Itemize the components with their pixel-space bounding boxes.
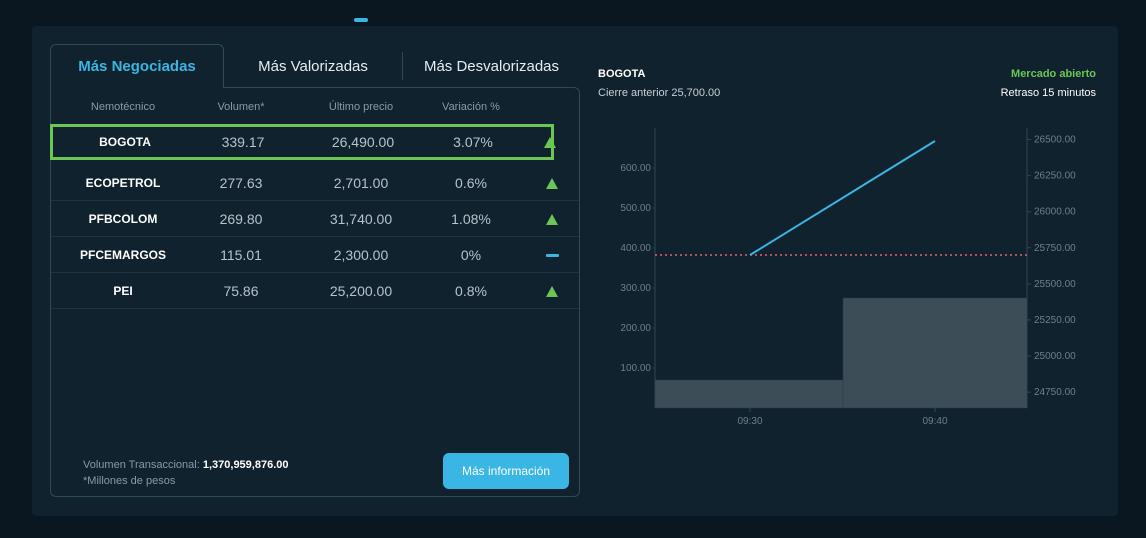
row-volume: 115.01 bbox=[220, 247, 262, 263]
chart-title: BOGOTA bbox=[598, 68, 646, 80]
transaction-volume-label: Volumen Transaccional: bbox=[83, 459, 200, 471]
right-axis-tick-label: 25500.00 bbox=[1034, 279, 1076, 290]
price-volume-chart: 100.00 200.00 300.00 400.00 500.00 600.00 2475… bbox=[620, 128, 1076, 427]
header-volumen: Volumen* bbox=[217, 101, 265, 113]
transaction-volume-value: 1,370,959,876.00 bbox=[202, 459, 289, 471]
row-name: PFBCOLOM bbox=[88, 212, 158, 226]
row-name: PEI bbox=[113, 284, 133, 298]
header-ultimo-precio: Último precio bbox=[328, 101, 394, 113]
row-change: 1.08% bbox=[451, 211, 491, 227]
more-info-button[interactable]: Más información bbox=[443, 453, 569, 489]
tab-bar: Más Negociadas Más Valorizadas Más Desva… bbox=[50, 44, 580, 88]
row-volume: 339.17 bbox=[221, 134, 265, 150]
row-name: ECOPETROL bbox=[85, 176, 161, 190]
row-price: 26,490.00 bbox=[331, 134, 395, 150]
flat-dash-icon bbox=[545, 253, 559, 257]
table-row[interactable]: PFBCOLOM 269.80 31,740.00 1.08% bbox=[51, 201, 579, 237]
tab-mas-valorizadas[interactable]: Más Valorizadas bbox=[224, 44, 402, 88]
table-row[interactable]: PEI 75.86 25,200.00 0.8% bbox=[51, 273, 579, 309]
table-row[interactable]: ECOPETROL 277.63 2,701.00 0.6% bbox=[51, 165, 579, 201]
table-row[interactable]: PFCEMARGOS 115.01 2,300.00 0% bbox=[51, 237, 579, 273]
right-axis-tick-label: 25000.00 bbox=[1034, 351, 1076, 362]
left-axis-tick-label: 200.00 bbox=[620, 323, 651, 334]
arrow-up-icon bbox=[546, 213, 558, 225]
volume-bar bbox=[842, 297, 1028, 409]
table-header: Nemotécnico Volumen* Último precio Varia… bbox=[51, 88, 579, 125]
transaction-volume: Volumen Transaccional: 1,370,959,876.00 bbox=[83, 459, 289, 471]
left-axis-tick-label: 100.00 bbox=[620, 363, 651, 374]
price-line bbox=[749, 140, 936, 256]
left-axis-tick-label: 300.00 bbox=[620, 283, 651, 294]
stocks-table-panel: Nemotécnico Volumen* Último precio Varia… bbox=[50, 87, 580, 497]
right-axis-tick-label: 25250.00 bbox=[1034, 315, 1076, 326]
previous-close: Cierre anterior 25,700.00 bbox=[598, 87, 721, 99]
row-change: 3.07% bbox=[453, 134, 493, 150]
tab-mas-desvalorizadas[interactable]: Más Desvalorizadas bbox=[402, 52, 580, 80]
volume-bar bbox=[654, 379, 844, 409]
right-axis-tick-label: 25750.00 bbox=[1034, 243, 1076, 254]
table-row[interactable]: BOGOTA 339.17 26,490.00 3.07% bbox=[50, 124, 556, 160]
row-divider bbox=[51, 308, 579, 309]
x-axis-tick-label: 09:30 bbox=[737, 416, 762, 427]
right-axis-tick-label: 26000.00 bbox=[1034, 207, 1076, 218]
row-change: 0% bbox=[460, 247, 482, 263]
right-axis-tick-label: 26250.00 bbox=[1034, 171, 1076, 182]
row-change: 0.8% bbox=[455, 283, 487, 299]
currency-note: *Millones de pesos bbox=[83, 475, 176, 487]
row-price: 2,701.00 bbox=[333, 175, 389, 191]
left-axis-tick-label: 400.00 bbox=[620, 243, 651, 254]
tab-mas-negociadas[interactable]: Más Negociadas bbox=[50, 44, 224, 88]
top-indicator bbox=[354, 18, 368, 22]
row-name: PFCEMARGOS bbox=[79, 248, 166, 262]
row-price: 31,740.00 bbox=[329, 211, 393, 227]
right-axis-tick-label: 24750.00 bbox=[1034, 387, 1076, 398]
right-axis-tick-label: 26500.00 bbox=[1034, 135, 1076, 146]
left-axis-tick-label: 500.00 bbox=[620, 203, 651, 214]
arrow-up-icon bbox=[546, 285, 558, 297]
x-axis-tick-label: 09:40 bbox=[922, 416, 947, 427]
row-price: 2,300.00 bbox=[333, 247, 389, 263]
row-change: 0.6% bbox=[455, 175, 487, 191]
row-volume: 75.86 bbox=[223, 283, 259, 299]
row-price: 25,200.00 bbox=[329, 283, 393, 299]
market-status: Mercado abierto bbox=[1011, 68, 1096, 80]
row-volume: 277.63 bbox=[219, 175, 263, 191]
left-axis-tick-label: 600.00 bbox=[620, 163, 651, 174]
header-variacion: Variación % bbox=[442, 101, 500, 113]
arrow-up-icon bbox=[546, 177, 558, 189]
arrow-up-icon bbox=[544, 136, 556, 148]
row-volume: 269.80 bbox=[219, 211, 263, 227]
delay-notice: Retraso 15 minutos bbox=[1000, 87, 1096, 99]
row-name: BOGOTA bbox=[99, 135, 151, 149]
header-nemotecnico: Nemotécnico bbox=[90, 101, 156, 113]
